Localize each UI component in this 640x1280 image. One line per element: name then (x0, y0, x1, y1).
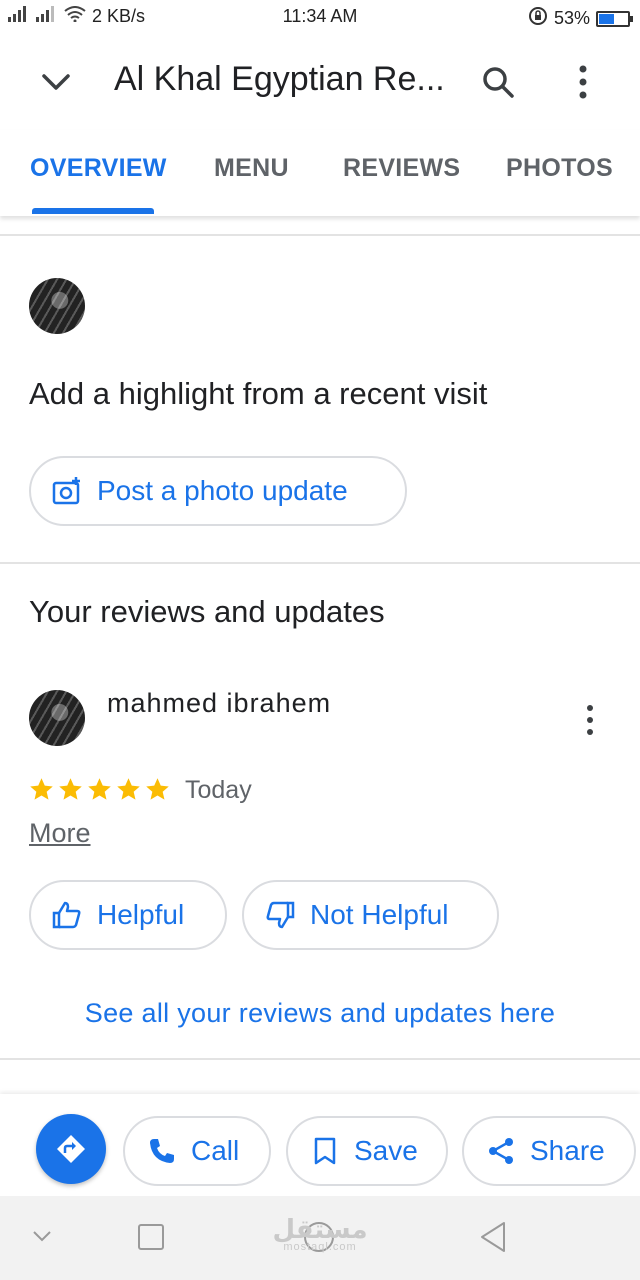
tab-bar: OVERVIEW MENU REVIEWS PHOTOS (0, 130, 640, 216)
star-icon (30, 778, 53, 800)
back-triangle-icon (481, 1222, 505, 1252)
back-button[interactable] (478, 1220, 508, 1259)
reviewer-name[interactable]: mahmed ibrahem (107, 688, 331, 719)
recent-apps-button[interactable] (138, 1224, 164, 1250)
not-helpful-label: Not Helpful (310, 899, 449, 930)
search-icon (483, 67, 514, 98)
directions-button[interactable] (36, 1114, 106, 1184)
directions-icon (57, 1135, 85, 1163)
watermark: مستقل mostaql.com (260, 1214, 380, 1253)
rotation-lock-icon (528, 6, 548, 31)
reviewer-avatar[interactable] (29, 690, 85, 746)
section-divider (0, 234, 640, 236)
more-vert-icon (579, 65, 587, 99)
overflow-menu-button[interactable] (566, 62, 600, 102)
post-photo-update-button[interactable]: Post a photo update (29, 456, 407, 526)
helpful-button[interactable]: Helpful (29, 880, 227, 950)
tab-overview[interactable]: OVERVIEW (30, 154, 167, 183)
battery-level (599, 13, 614, 24)
save-label: Save (354, 1135, 418, 1166)
helpful-label: Helpful (97, 899, 185, 930)
search-button[interactable] (478, 62, 518, 102)
share-button[interactable]: Share (462, 1116, 636, 1186)
status-bar: 2 KB/s 11:34 AM 53% (0, 0, 640, 34)
share-label: Share (530, 1135, 605, 1166)
tab-menu[interactable]: MENU (214, 154, 289, 183)
not-helpful-button[interactable]: Not Helpful (242, 880, 499, 950)
phone-icon (150, 1139, 174, 1163)
chevron-down-icon (33, 1231, 51, 1242)
action-bar: Call Save Share (0, 1094, 640, 1196)
star-icon (88, 778, 111, 800)
thumbs-down-icon (266, 901, 295, 929)
collapse-button[interactable] (36, 62, 76, 102)
review-date: Today (185, 776, 252, 804)
reviews-heading: Your reviews and updates (29, 594, 385, 629)
star-icon (146, 778, 169, 800)
bookmark-icon (314, 1137, 336, 1165)
watermark-text: مستقل (272, 1214, 368, 1244)
battery-icon (596, 10, 633, 27)
save-button[interactable]: Save (286, 1116, 448, 1186)
star-icon (117, 778, 140, 800)
battery-percent: 53% (553, 8, 590, 28)
see-all-reviews-link[interactable]: See all your reviews and updates here (0, 998, 640, 1029)
thumbs-up-icon (52, 901, 81, 929)
app-bar: Al Khal Egyptian Re... (0, 34, 640, 130)
status-right: 53% (528, 6, 633, 31)
nav-menu-button[interactable] (30, 1224, 54, 1253)
star-icon (59, 778, 82, 800)
active-tab-indicator (32, 208, 154, 214)
more-link[interactable]: More (29, 818, 91, 849)
star-rating (28, 776, 171, 803)
section-divider (0, 562, 640, 564)
highlight-heading: Add a highlight from a recent visit (29, 376, 488, 411)
system-nav-bar: مستقل mostaql.com (0, 1196, 640, 1280)
section-divider (0, 1058, 640, 1060)
post-photo-update-label: Post a photo update (97, 475, 348, 506)
more-vert-icon (587, 705, 593, 735)
review-options-button[interactable] (576, 702, 604, 738)
chevron-down-icon (42, 74, 70, 90)
call-label: Call (191, 1135, 240, 1166)
place-title: Al Khal Egyptian Re... (114, 60, 445, 98)
share-icon (489, 1138, 513, 1164)
avatar (29, 278, 85, 334)
tab-reviews[interactable]: REVIEWS (343, 154, 460, 183)
call-button[interactable]: Call (123, 1116, 271, 1186)
tab-photos[interactable]: PHOTOS (506, 154, 613, 183)
add-photo-icon (52, 477, 80, 505)
